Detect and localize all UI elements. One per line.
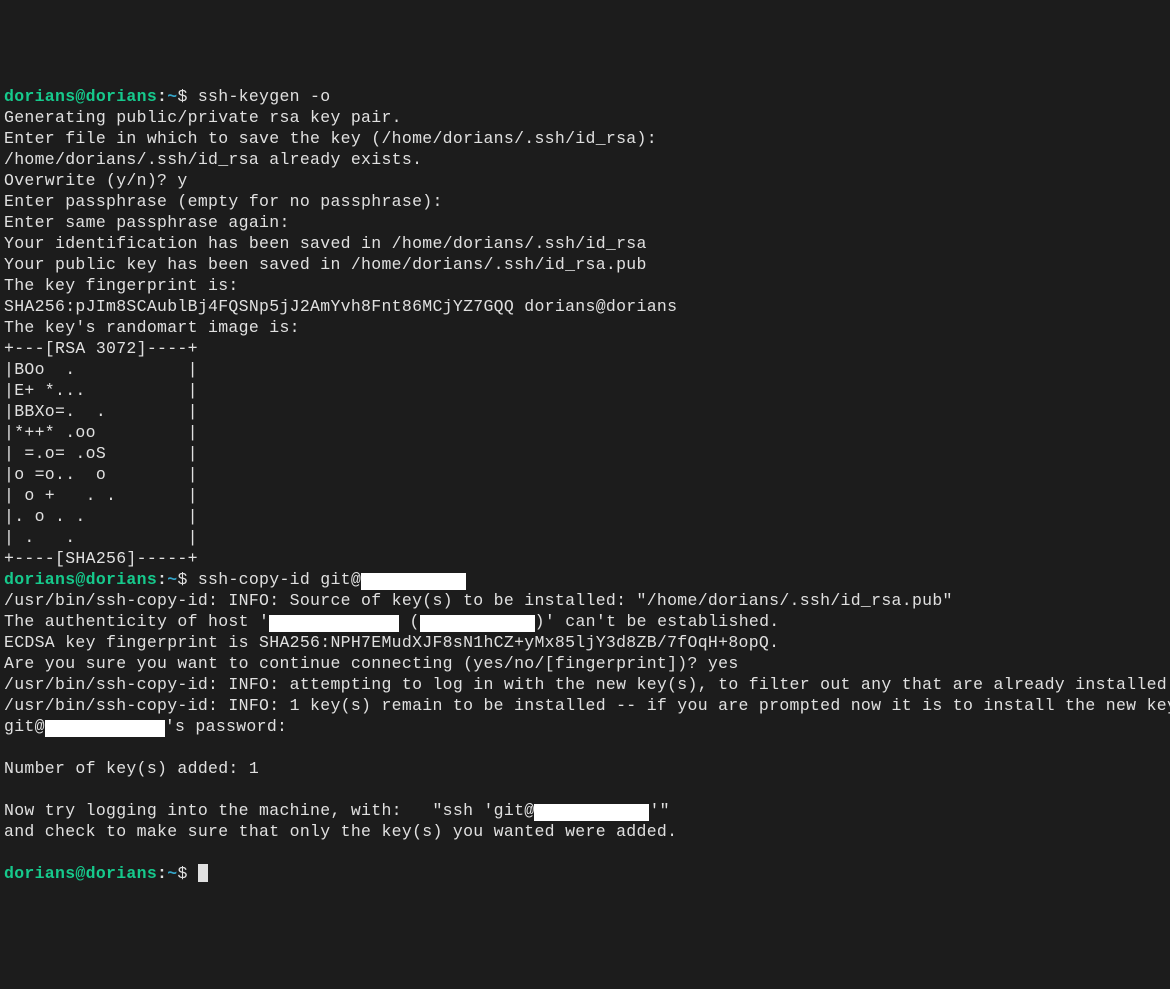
output-line: and check to make sure that only the key… [4, 821, 1166, 842]
prompt-path: ~ [167, 864, 177, 883]
output-line: SHA256:pJIm8SCAublBj4FQSNp5jJ2AmYvh8Fnt8… [4, 296, 1166, 317]
output-line: |BBXo=. . | [4, 401, 1166, 422]
output-line: git@ 's password: [4, 716, 1166, 737]
output-line: | =.o= .oS | [4, 443, 1166, 464]
redacted-block [269, 615, 399, 632]
cursor-block [198, 864, 208, 882]
prompt-separator: : [157, 864, 167, 883]
output-line: Now try logging into the machine, with: … [4, 800, 1166, 821]
output-line: /usr/bin/ssh-copy-id: INFO: attempting t… [4, 674, 1166, 695]
output-line: Your identification has been saved in /h… [4, 233, 1166, 254]
prompt-user-host: dorians@dorians [4, 864, 157, 883]
output-line: +---[RSA 3072]----+ [4, 338, 1166, 359]
output-line: |*++* .oo | [4, 422, 1166, 443]
prompt-separator: : [157, 87, 167, 106]
output-line: ECDSA key fingerprint is SHA256:NPH7EMud… [4, 632, 1166, 653]
output-line: | . . | [4, 527, 1166, 548]
output-line: Your public key has been saved in /home/… [4, 254, 1166, 275]
command-line-1: dorians@dorians:~$ ssh-keygen -o [4, 86, 1166, 107]
output-line: |o =o.. o | [4, 464, 1166, 485]
output-line [4, 842, 1166, 863]
output-line: Enter same passphrase again: [4, 212, 1166, 233]
output-line: |E+ *... | [4, 380, 1166, 401]
redacted-block [420, 615, 535, 632]
output-line: |. o . . | [4, 506, 1166, 527]
prompt-symbol: $ [177, 87, 197, 106]
output-line: +----[SHA256]-----+ [4, 548, 1166, 569]
redacted-block [361, 573, 466, 590]
output-line: Overwrite (y/n)? y [4, 170, 1166, 191]
command-line-3[interactable]: dorians@dorians:~$ [4, 863, 1166, 884]
command-text: ssh-keygen -o [198, 87, 331, 106]
output-line: Are you sure you want to continue connec… [4, 653, 1166, 674]
output-line: The key fingerprint is: [4, 275, 1166, 296]
prompt-separator: : [157, 570, 167, 589]
terminal-output[interactable]: dorians@dorians:~$ ssh-keygen -oGenerati… [4, 86, 1166, 884]
output-line: /usr/bin/ssh-copy-id: INFO: Source of ke… [4, 590, 1166, 611]
output-line: Generating public/private rsa key pair. [4, 107, 1166, 128]
command-line-2: dorians@dorians:~$ ssh-copy-id git@ [4, 569, 1166, 590]
output-line [4, 779, 1166, 800]
prompt-user-host: dorians@dorians [4, 87, 157, 106]
output-line: |BOo . | [4, 359, 1166, 380]
command-text: ssh-copy-id git@ [198, 570, 361, 589]
output-line: /usr/bin/ssh-copy-id: INFO: 1 key(s) rem… [4, 695, 1166, 716]
prompt-user-host: dorians@dorians [4, 570, 157, 589]
output-line: | o + . . | [4, 485, 1166, 506]
output-line: Enter file in which to save the key (/ho… [4, 128, 1166, 149]
output-line: /home/dorians/.ssh/id_rsa already exists… [4, 149, 1166, 170]
redacted-block [534, 804, 649, 821]
output-line: The authenticity of host ' ( )' can't be… [4, 611, 1166, 632]
prompt-symbol: $ [177, 864, 197, 883]
output-line: Number of key(s) added: 1 [4, 758, 1166, 779]
output-line [4, 737, 1166, 758]
output-line: Enter passphrase (empty for no passphras… [4, 191, 1166, 212]
redacted-block [45, 720, 165, 737]
prompt-path: ~ [167, 570, 177, 589]
prompt-path: ~ [167, 87, 177, 106]
prompt-symbol: $ [177, 570, 197, 589]
output-line: The key's randomart image is: [4, 317, 1166, 338]
